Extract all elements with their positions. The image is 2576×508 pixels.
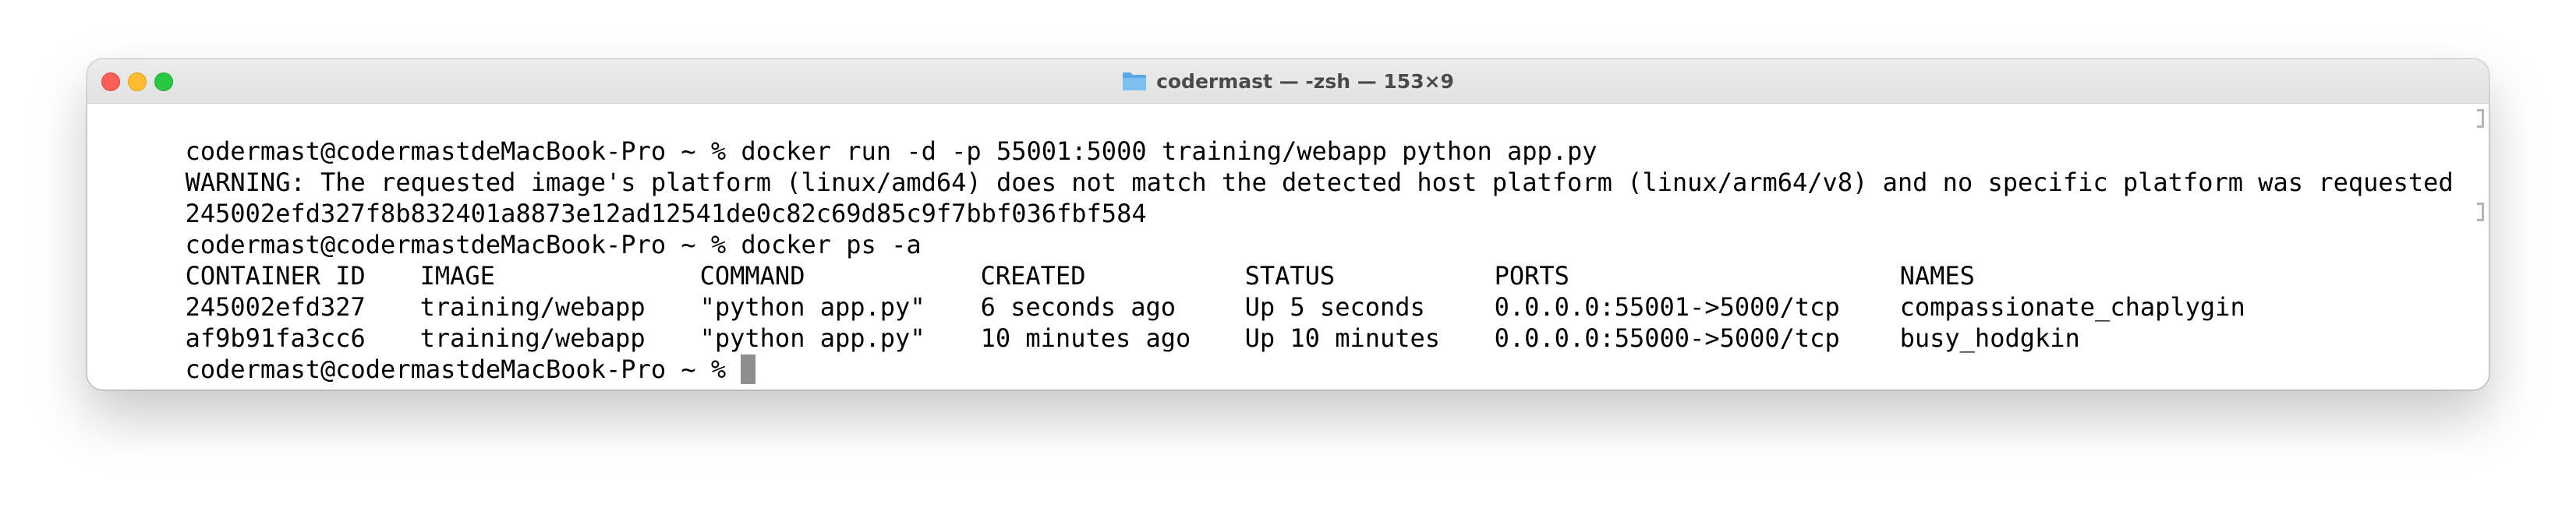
text-cursor <box>741 355 756 384</box>
title-bar[interactable]: codermast — -zsh — 153×9 <box>87 59 2489 104</box>
output-line: 245002efd327f8b832401a8873e12ad12541de0c… <box>95 167 2489 228</box>
prompt-text: codermast@codermastdeMacBook-Pro ~ % <box>185 355 741 384</box>
command-line: codermast@codermastdeMacBook-Pro ~ % doc… <box>95 104 2489 166</box>
terminal-output[interactable]: codermast@codermastdeMacBook-Pro ~ % doc… <box>87 104 2489 390</box>
command-mark-icon <box>2477 203 2484 221</box>
terminal-window: codermast — -zsh — 153×9 codermast@coder… <box>87 59 2489 390</box>
window-title-group: codermast — -zsh — 153×9 <box>87 59 2489 103</box>
table-header-row: CONTAINER ID IMAGE COMMAND CREATED STATUS POR… <box>95 229 2489 291</box>
command-line: codermast@codermastdeMacBook-Pro ~ % doc… <box>95 198 2489 259</box>
command-mark-icon <box>2477 109 2484 128</box>
table-row: 245002efd327 training/webapp "python app.p… <box>95 260 2489 322</box>
prompt-line[interactable]: codermast@codermastdeMacBook-Pro ~ % <box>95 323 2489 384</box>
window-title: codermast — -zsh — 153×9 <box>1156 69 1454 93</box>
output-line: WARNING: The requested image's platform … <box>95 136 2489 197</box>
folder-icon <box>1123 72 1147 90</box>
table-row: af9b91fa3cc6 training/webapp "python app.p… <box>95 291 2489 353</box>
